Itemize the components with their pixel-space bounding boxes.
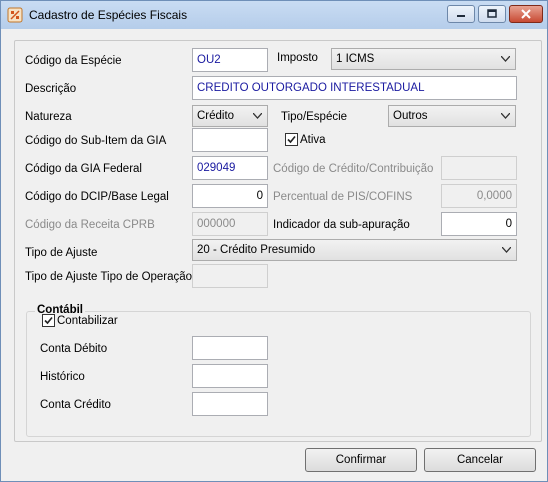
chevron-down-icon: [253, 113, 262, 119]
sub-item-gia-field[interactable]: [192, 128, 268, 152]
gia-federal-label: Código da GIA Federal: [25, 163, 142, 175]
imposto-label: Imposto: [277, 52, 318, 64]
conta-credito-label: Conta Crédito: [40, 399, 111, 411]
natureza-select[interactable]: Crédito: [192, 105, 268, 127]
sub-item-gia-label: Código do Sub-Item da GIA: [25, 135, 167, 147]
confirmar-button[interactable]: Confirmar: [305, 448, 417, 472]
chevron-down-icon: [501, 113, 510, 119]
tipo-ajuste-label: Tipo de Ajuste: [25, 247, 98, 259]
natureza-value: Crédito: [197, 110, 235, 122]
tipo-especie-label: Tipo/Espécie: [281, 111, 348, 123]
app-icon: [7, 7, 23, 23]
descricao-field[interactable]: CREDITO OUTORGADO INTERESTADUAL: [192, 76, 517, 100]
conta-debito-label: Conta Débito: [40, 343, 108, 355]
historico-label: Histórico: [40, 371, 85, 383]
close-icon: [521, 9, 531, 19]
receita-cprb-field[interactable]: 000000: [192, 212, 268, 236]
dialog-window: Cadastro de Espécies Fiscais Código da E…: [0, 0, 548, 482]
cancelar-button[interactable]: Cancelar: [424, 448, 536, 472]
historico-field[interactable]: [192, 364, 268, 388]
tipo-ajuste-operacao-label: Tipo de Ajuste Tipo de Operação: [25, 271, 193, 283]
tipo-ajuste-operacao-field[interactable]: [192, 264, 268, 288]
tipo-especie-value: Outros: [393, 110, 428, 122]
credito-contribuicao-label: Código de Crédito/Contribuição: [273, 163, 434, 175]
form-panel: Código da Espécie OU2 Imposto 1 ICMS Des…: [14, 40, 542, 442]
descricao-label: Descrição: [25, 83, 77, 95]
chevron-down-icon: [501, 56, 510, 62]
codigo-especie-field[interactable]: OU2: [192, 48, 268, 72]
imposto-select[interactable]: 1 ICMS: [331, 48, 516, 70]
codigo-especie-label: Código da Espécie: [25, 55, 122, 67]
contabilizar-checkbox[interactable]: [42, 314, 55, 327]
minimize-button[interactable]: [447, 5, 475, 23]
checkmark-icon: [44, 316, 53, 325]
conta-credito-field[interactable]: [192, 392, 268, 416]
minimize-icon: [457, 15, 465, 17]
imposto-value: 1 ICMS: [336, 53, 375, 65]
percentual-pis-cofins-field[interactable]: 0,0000: [441, 184, 517, 208]
tipo-ajuste-value: 20 - Crédito Presumido: [197, 244, 316, 256]
close-button[interactable]: [509, 5, 543, 23]
contabilizar-label: Contabilizar: [57, 315, 118, 327]
dcip-base-legal-label: Código do DCIP/Base Legal: [25, 191, 169, 203]
ativa-label: Ativa: [300, 134, 326, 146]
contabil-group: [26, 311, 531, 437]
chevron-down-icon: [502, 247, 511, 253]
title-bar[interactable]: Cadastro de Espécies Fiscais: [1, 1, 547, 29]
natureza-label: Natureza: [25, 111, 72, 123]
window-title: Cadastro de Espécies Fiscais: [29, 8, 188, 22]
conta-debito-field[interactable]: [192, 336, 268, 360]
credito-contribuicao-field[interactable]: [441, 156, 517, 180]
dialog-client: Código da Espécie OU2 Imposto 1 ICMS Des…: [5, 29, 543, 477]
dcip-base-legal-field[interactable]: 0: [192, 184, 268, 208]
ativa-checkbox[interactable]: [285, 133, 298, 146]
receita-cprb-label: Código da Receita CPRB: [25, 219, 155, 231]
maximize-button[interactable]: [478, 5, 506, 23]
gia-federal-field[interactable]: 029049: [192, 156, 268, 180]
tipo-ajuste-select[interactable]: 20 - Crédito Presumido: [192, 239, 517, 261]
checkmark-icon: [287, 135, 296, 144]
maximize-icon: [487, 9, 497, 18]
percentual-pis-cofins-label: Percentual de PIS/COFINS: [273, 191, 413, 203]
tipo-especie-select[interactable]: Outros: [388, 105, 516, 127]
indicador-sub-apuracao-field[interactable]: 0: [441, 212, 517, 236]
indicador-sub-apuracao-label: Indicador da sub-apuração: [273, 219, 410, 231]
